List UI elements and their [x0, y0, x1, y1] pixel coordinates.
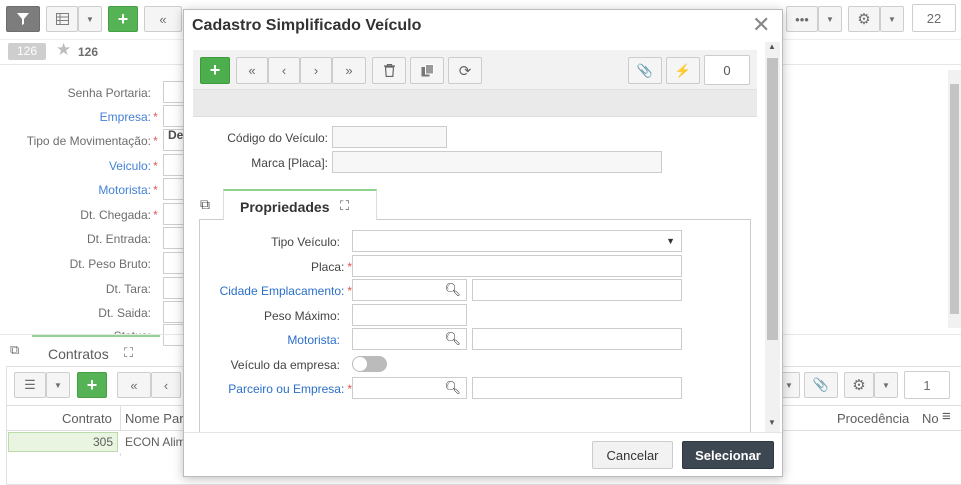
modal-attach-button[interactable]: 📎: [628, 57, 662, 84]
copy-icon[interactable]: ⧉: [200, 196, 210, 213]
modal-title: Cadastro Simplificado Veículo: [192, 17, 422, 34]
cidade-emplacamento-description[interactable]: [472, 279, 682, 301]
modal-first-button[interactable]: «: [236, 57, 268, 84]
modal-last-button[interactable]: »: [332, 57, 366, 84]
trash-icon: [383, 64, 395, 77]
paperclip-icon: 📎: [636, 62, 654, 78]
modal-add-button[interactable]: +: [200, 57, 230, 84]
veiculo-empresa-label: Veículo da empresa:: [230, 358, 340, 372]
cidade-emplacamento-field[interactable]: 🔍︎: [352, 279, 467, 301]
placa-field[interactable]: [352, 255, 682, 277]
search-icon[interactable]: 🔍︎: [444, 331, 461, 347]
parceiro-empresa-field[interactable]: 🔍︎: [352, 377, 467, 399]
search-icon[interactable]: 🔍︎: [444, 282, 461, 298]
lightning-icon: ⚡: [674, 62, 692, 78]
tab-propriedades-label: Propriedades: [240, 199, 330, 215]
modal-next-button[interactable]: ›: [300, 57, 332, 84]
modal-duplicate-button[interactable]: [410, 57, 444, 84]
modal-refresh-button[interactable]: ⟳: [448, 57, 482, 84]
marca-placa-field[interactable]: [332, 151, 662, 173]
tab-propriedades[interactable]: Propriedades ⛶: [223, 189, 377, 220]
placa-label: Placa: *: [310, 260, 352, 274]
search-icon[interactable]: 🔍︎: [444, 380, 461, 396]
veiculo-empresa-toggle[interactable]: [352, 356, 387, 372]
codigo-veiculo-label: Código do Veículo:: [227, 131, 328, 145]
modal-delete-button[interactable]: [372, 57, 406, 84]
motorista-label[interactable]: Motorista:: [287, 333, 340, 347]
chevron-down-icon: ▼: [666, 236, 675, 246]
peso-maximo-field[interactable]: [352, 304, 467, 326]
scroll-up-icon[interactable]: ▲: [768, 42, 776, 51]
chevron-left-icon: ‹: [281, 63, 287, 78]
close-icon[interactable]: ✕: [752, 12, 770, 38]
chevron-right-icon: ›: [313, 63, 319, 78]
double-chevron-left-icon: «: [248, 63, 256, 78]
cancel-button[interactable]: Cancelar: [592, 441, 673, 469]
scroll-down-icon[interactable]: ▼: [768, 418, 776, 427]
peso-maximo-label: Peso Máximo:: [263, 309, 340, 323]
double-chevron-right-icon: »: [345, 63, 353, 78]
motorista-field[interactable]: 🔍︎: [352, 328, 467, 350]
marca-placa-label: Marca [Placa]:: [251, 156, 328, 170]
scrollbar-thumb[interactable]: [767, 58, 778, 340]
modal-prev-button[interactable]: ‹: [268, 57, 300, 84]
tipo-veiculo-select[interactable]: ▼: [352, 230, 682, 252]
modal-header-band: [193, 90, 757, 117]
expand-icon[interactable]: ⛶: [340, 198, 349, 214]
modal-record-counter: 0: [704, 55, 750, 85]
refresh-icon: ⟳: [458, 62, 472, 80]
parceiro-empresa-label[interactable]: Parceiro ou Empresa: *: [228, 382, 352, 396]
modal-scrollbar[interactable]: ▲ ▼: [765, 42, 780, 432]
parceiro-empresa-description[interactable]: [472, 377, 682, 399]
modal-action-button[interactable]: ⚡: [666, 57, 700, 84]
tipo-veiculo-label: Tipo Veículo:: [271, 235, 340, 249]
motorista-description[interactable]: [472, 328, 682, 350]
codigo-veiculo-field[interactable]: [332, 126, 447, 148]
duplicate-icon: [421, 64, 434, 77]
select-button[interactable]: Selecionar: [682, 441, 774, 469]
cidade-emplacamento-label[interactable]: Cidade Emplacamento: *: [220, 284, 352, 298]
toggle-knob: [353, 357, 367, 371]
